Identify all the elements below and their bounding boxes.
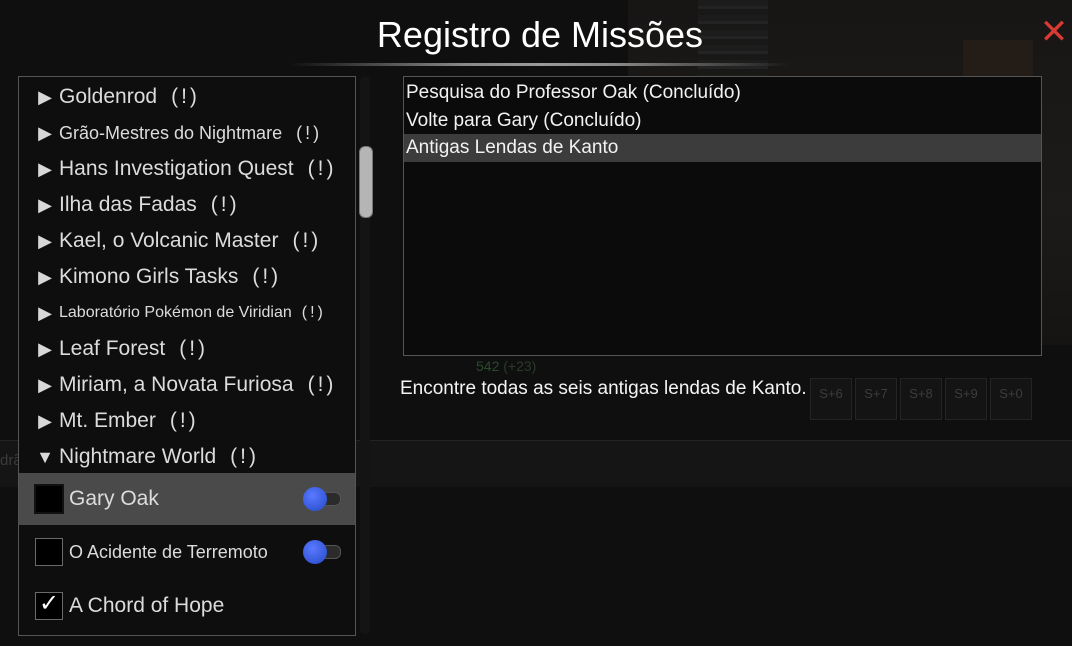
scrollbar-thumb[interactable]: [359, 146, 373, 218]
quest-group-label: Miriam, a Novata Furiosa: [59, 373, 294, 396]
close-icon[interactable]: ✕: [1036, 14, 1072, 50]
quest-group-nightmare-world[interactable]: ▼ Nightmare World (!): [19, 439, 355, 475]
chevron-right-icon: ▶: [38, 303, 52, 323]
quest-group-label: Grão-Mestres do Nightmare: [59, 123, 283, 143]
checkmark-icon: ✓: [38, 590, 60, 617]
quest-alert-marker: (!): [210, 193, 240, 216]
quest-item-gary-oak[interactable]: Gary Oak: [19, 473, 355, 525]
toggle-knob: [303, 540, 327, 564]
dialog-title: Registro de Missões: [376, 14, 704, 55]
quest-group-label: Hans Investigation Quest: [59, 157, 294, 180]
quest-checkbox[interactable]: [34, 484, 64, 514]
quest-item-label: O Acidente de Terremoto: [69, 542, 268, 562]
chevron-right-icon: ▶: [38, 123, 52, 143]
quest-group-label: Kael, o Volcanic Master: [59, 229, 279, 252]
chevron-down-icon: ▼: [36, 447, 54, 467]
quest-group-grao-mestres[interactable]: ▶ Grão-Mestres do Nightmare (!): [19, 115, 355, 151]
task-row-selected[interactable]: Antigas Lendas de Kanto: [404, 134, 1041, 162]
quest-group-label: Laboratório Pokémon de Viridian: [59, 304, 292, 321]
quest-group-laboratorio-viridian[interactable]: ▶ Laboratório Pokémon de Viridian (!): [19, 295, 355, 331]
quest-item-chord-of-hope[interactable]: ✓ A Chord of Hope: [19, 580, 355, 632]
task-description: Encontre todas as seis antigas lendas de…: [400, 378, 807, 399]
quest-group-hans[interactable]: ▶ Hans Investigation Quest (!): [19, 151, 355, 187]
title-underline: [290, 63, 790, 66]
quest-alert-marker: (!): [292, 229, 322, 252]
xp-gain: (+23): [503, 358, 537, 374]
quest-alert-marker: (!): [296, 123, 323, 143]
quest-group-label: Leaf Forest: [59, 337, 166, 360]
quest-group-ilha-das-fadas[interactable]: ▶ Ilha das Fadas (!): [19, 187, 355, 223]
quest-alert-marker: (!): [169, 409, 199, 432]
quest-alert-marker: (!): [307, 373, 337, 396]
quest-group-label: Ilha das Fadas: [59, 193, 197, 216]
quest-tree: ▶ Goldenrod (!) ▶ Grão-Mestres do Nightma…: [18, 76, 356, 636]
chevron-right-icon: ▶: [38, 195, 52, 215]
quest-item-label: Gary Oak: [69, 487, 159, 510]
chevron-right-icon: ▶: [38, 411, 52, 431]
task-row[interactable]: Volte para Gary (Concluído): [404, 107, 1041, 135]
chevron-right-icon: ▶: [38, 87, 52, 107]
experience-readout: 542 (+23): [476, 358, 536, 374]
quest-group-label: Nightmare World: [59, 445, 217, 468]
task-row[interactable]: Pesquisa do Professor Oak (Concluído): [404, 79, 1041, 107]
track-toggle[interactable]: [303, 487, 341, 511]
quest-alert-marker: (!): [179, 337, 209, 360]
quest-group-kimono-girls[interactable]: ▶ Kimono Girls Tasks (!): [19, 259, 355, 295]
dialog-header: Registro de Missões: [290, 10, 790, 66]
task-list: Pesquisa do Professor Oak (Concluído) Vo…: [403, 76, 1042, 356]
quest-group-miriam[interactable]: ▶ Miriam, a Novata Furiosa (!): [19, 367, 355, 403]
quest-checkbox[interactable]: [35, 538, 63, 566]
quest-alert-marker: (!): [171, 85, 200, 108]
quest-group-goldenrod[interactable]: ▶ Goldenrod (!): [19, 79, 355, 115]
quest-group-label: Goldenrod: [59, 85, 158, 108]
quest-alert-marker: (!): [301, 304, 326, 321]
chevron-right-icon: ▶: [38, 339, 52, 359]
quest-item-label: A Chord of Hope: [69, 594, 225, 617]
chevron-right-icon: ▶: [38, 375, 52, 395]
quest-group-label: Mt. Ember: [59, 409, 156, 432]
quest-alert-marker: (!): [230, 445, 259, 468]
quest-group-label: Kimono Girls Tasks: [59, 265, 239, 288]
quest-alert-marker: (!): [252, 265, 282, 288]
toggle-knob: [303, 487, 327, 511]
quest-group-leaf-forest[interactable]: ▶ Leaf Forest (!): [19, 331, 355, 367]
track-toggle[interactable]: [303, 540, 341, 564]
chevron-right-icon: ▶: [38, 267, 52, 287]
xp-value: 542: [476, 358, 500, 374]
chevron-right-icon: ▶: [38, 159, 52, 179]
quest-group-kael[interactable]: ▶ Kael, o Volcanic Master (!): [19, 223, 355, 259]
chevron-right-icon: ▶: [38, 231, 52, 251]
quest-item-acidente-terremoto[interactable]: O Acidente de Terremoto: [19, 526, 355, 578]
quest-group-mt-ember[interactable]: ▶ Mt. Ember (!): [19, 403, 355, 439]
quest-checkbox[interactable]: ✓: [35, 590, 63, 620]
quest-alert-marker: (!): [307, 157, 337, 180]
